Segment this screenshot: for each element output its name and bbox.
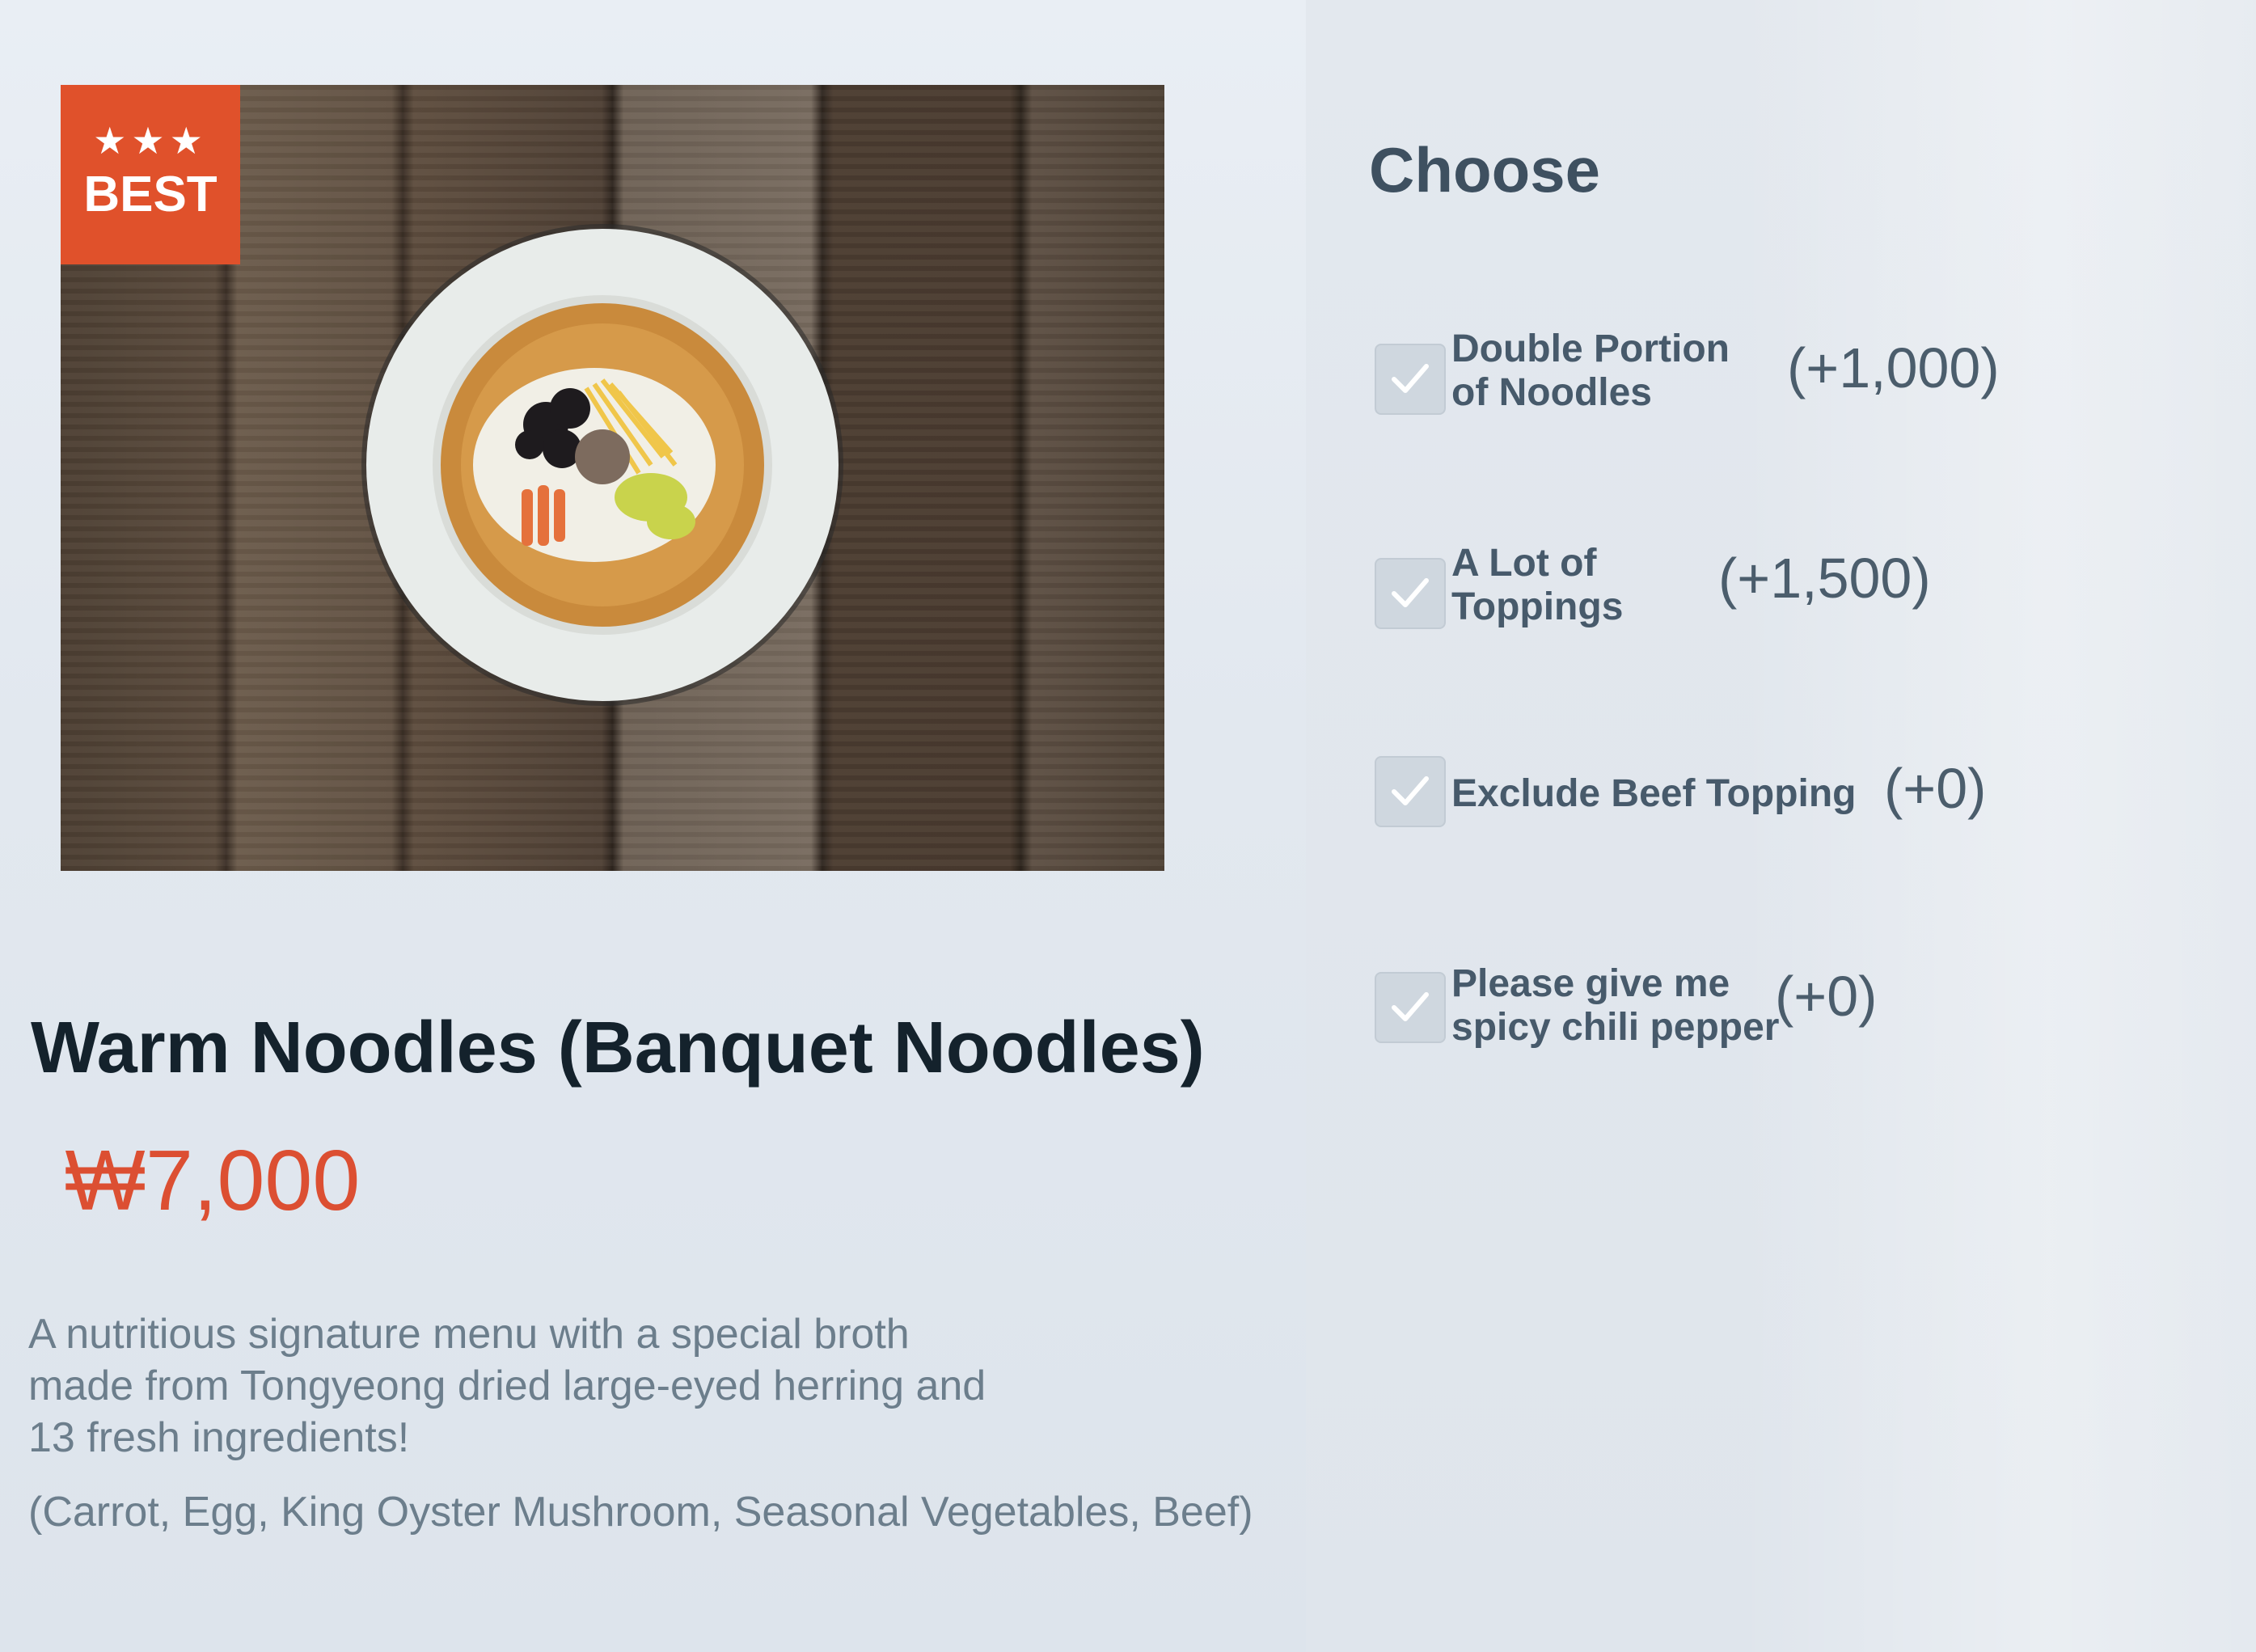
option-label-line1: A Lot of (1451, 542, 1597, 585)
options-title: Choose (1369, 134, 1601, 205)
option-label-line1: Exclude Beef Topping (1451, 772, 1857, 815)
check-icon (1392, 364, 1429, 393)
option-spicy-chili[interactable]: Please give me spicy chili pepper (+0) (1375, 962, 2183, 1067)
product-title: Warm Noodles (Banquet Noodles) (31, 1008, 1205, 1088)
option-checkbox[interactable] (1375, 558, 1446, 629)
best-label: BEST (83, 167, 218, 222)
option-checkbox[interactable] (1375, 756, 1446, 827)
check-icon (1392, 992, 1429, 1021)
option-price: (+1,500) (1718, 547, 1931, 610)
option-exclude-beef[interactable]: Exclude Beef Topping (+0) (1375, 756, 2183, 861)
option-label-line1: Please give me (1451, 962, 1730, 1005)
option-price: (+1,000) (1787, 336, 2000, 399)
product-ingredients: (Carrot, Egg, King Oyster Mushroom, Seas… (28, 1489, 1253, 1536)
option-label-line2: spicy chili pepper (1451, 1006, 1780, 1049)
noodle-bowl-illustration (361, 224, 843, 706)
check-icon (1392, 776, 1429, 805)
product-description: A nutritious signature menu with a speci… (28, 1311, 986, 1461)
option-price: (+0) (1775, 965, 1878, 1028)
check-icon (1392, 578, 1429, 607)
option-lot-of-toppings[interactable]: A Lot of Toppings (+1,500) (1375, 542, 2183, 647)
option-label-line1: Double Portion (1451, 327, 1730, 370)
option-label-line2: of Noodles (1451, 371, 1652, 414)
option-label-line2: Toppings (1451, 585, 1624, 628)
option-checkbox[interactable] (1375, 344, 1446, 415)
best-badge: ★★★ BEST (61, 85, 240, 264)
star-icon: ★★★ (93, 120, 208, 162)
option-double-portion[interactable]: Double Portion of Noodles (+1,000) (1375, 327, 2183, 433)
product-price: ₩7,000 (65, 1133, 361, 1228)
option-price: (+0) (1884, 757, 1987, 820)
option-checkbox[interactable] (1375, 972, 1446, 1043)
product-image: ★★★ BEST (61, 85, 1164, 871)
